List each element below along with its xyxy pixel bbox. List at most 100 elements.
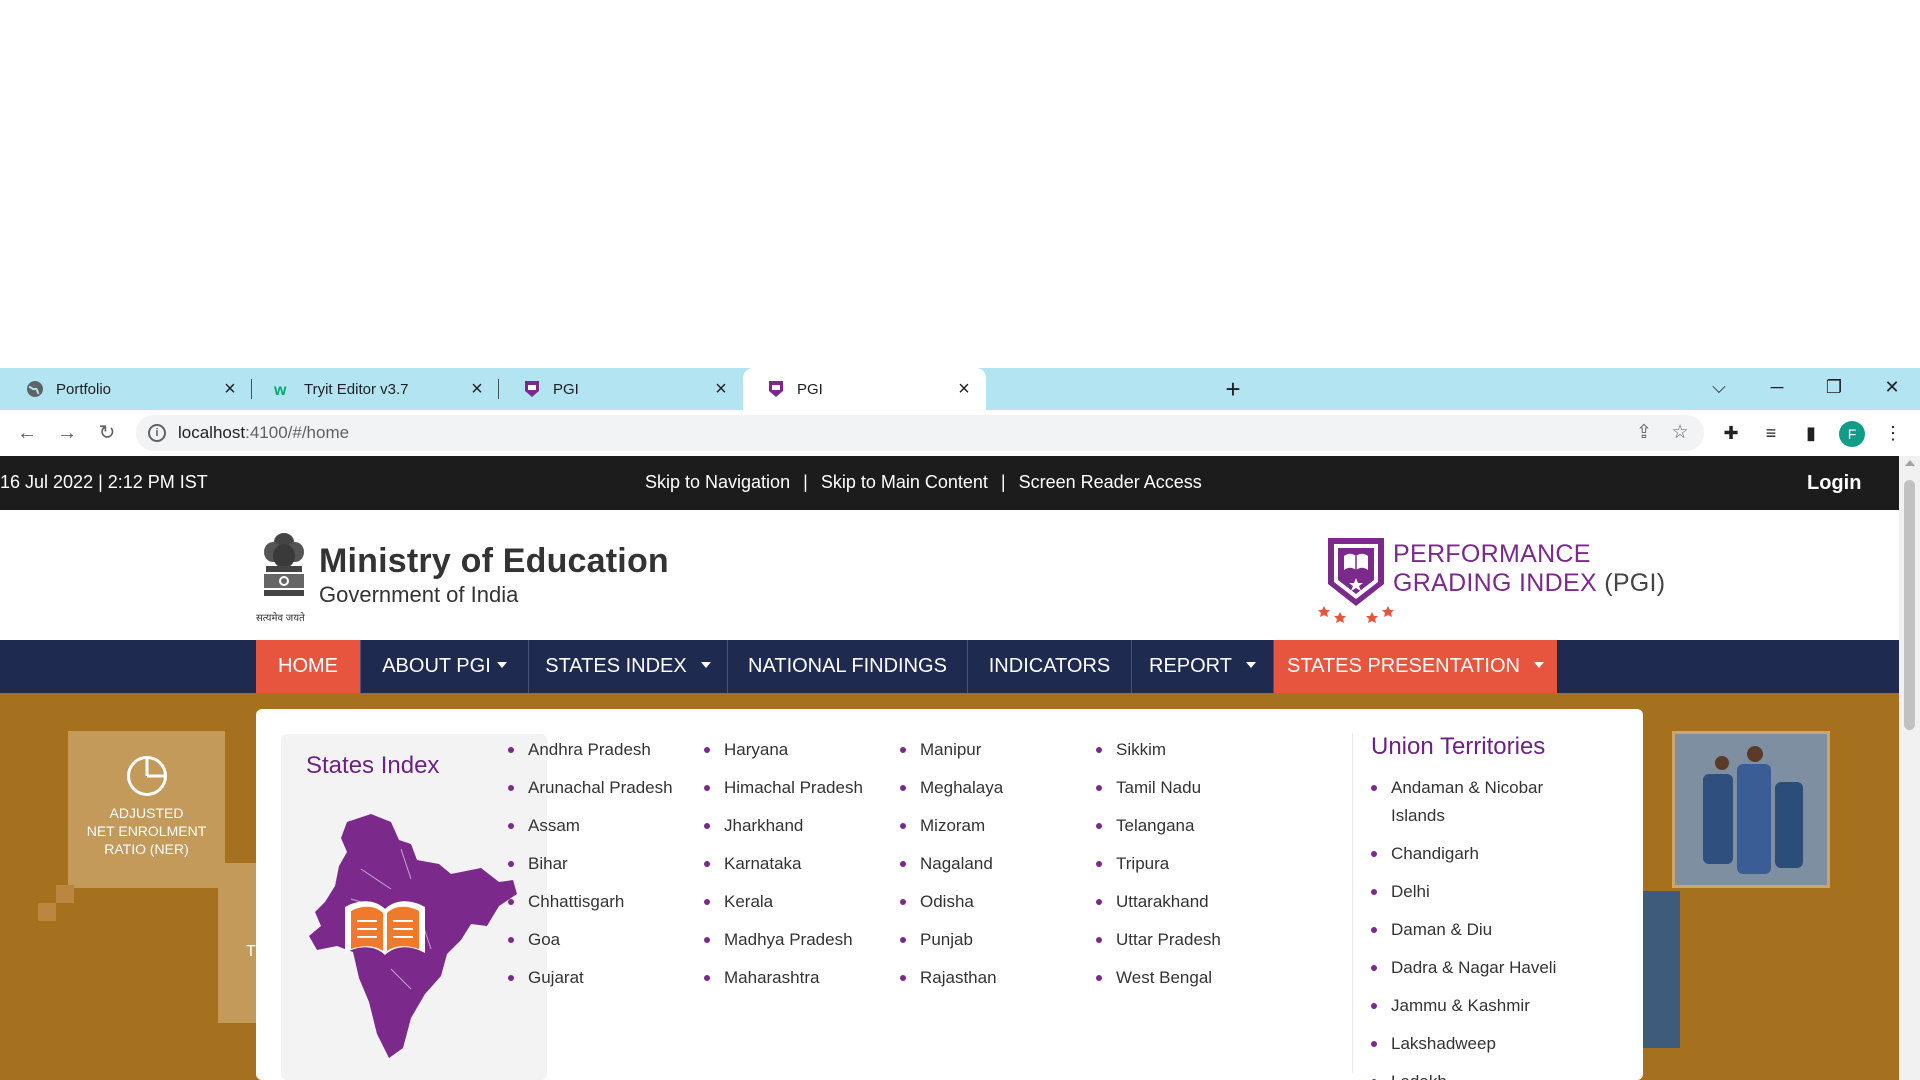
globe-icon (26, 380, 44, 398)
tab-title: PGI (797, 380, 823, 398)
address-bar[interactable]: i localhost:4100/#/home ⇪ ☆ (136, 415, 1704, 451)
state-link[interactable]: Maharashtra (704, 967, 863, 1005)
states-index-title: States Index (306, 752, 440, 779)
ut-link[interactable]: Chandigarh (1371, 840, 1591, 868)
reload-button[interactable]: ↻ (92, 418, 122, 448)
restore-button[interactable]: ❐ (1806, 368, 1862, 406)
state-link[interactable]: Kerala (704, 891, 863, 929)
ut-link[interactable]: Lakshadweep (1371, 1030, 1591, 1058)
close-icon[interactable]: × (954, 379, 974, 399)
ut-link[interactable]: Delhi (1371, 878, 1591, 906)
state-link[interactable]: Haryana (704, 739, 863, 777)
media-control-icon[interactable]: ≡ (1757, 419, 1785, 447)
login-link[interactable]: Login (1807, 472, 1861, 495)
close-window-button[interactable]: ✕ (1864, 368, 1920, 406)
state-link[interactable]: Punjab (900, 929, 1003, 967)
indicator-tile[interactable]: T (218, 863, 258, 1023)
state-link[interactable]: Bihar (508, 853, 673, 891)
state-link[interactable]: Meghalaya (900, 777, 1003, 815)
indicator-tile-label: T (246, 943, 256, 960)
tab-title: PGI (553, 380, 579, 398)
profile-avatar[interactable]: F (1839, 421, 1865, 447)
ut-link[interactable]: Dadra & Nagar Haveli (1371, 954, 1591, 982)
scrollbar-thumb[interactable] (1904, 480, 1915, 730)
nav-home[interactable]: HOME (256, 640, 361, 693)
new-tab-button[interactable]: + (1218, 368, 1248, 410)
state-link[interactable]: Karnataka (704, 853, 863, 891)
nav-national-findings[interactable]: NATIONAL FINDINGS (728, 640, 968, 693)
states-column: Manipur Meghalaya Mizoram Nagaland Odish… (900, 739, 1003, 1005)
pgi-logo-icon[interactable] (1318, 534, 1394, 624)
separator: | (1000, 472, 1006, 492)
caret-down-icon (1245, 661, 1256, 668)
state-link[interactable]: Goa (508, 929, 673, 967)
page-scrollbar[interactable] (1899, 456, 1920, 1080)
extensions-icon[interactable]: ✚ (1717, 419, 1745, 447)
state-link[interactable]: Gujarat (508, 967, 673, 1005)
more-menu-icon[interactable]: ⋮ (1879, 419, 1907, 447)
state-link[interactable]: Mizoram (900, 815, 1003, 853)
nav-report[interactable]: REPORT (1132, 640, 1274, 693)
date-time: 16 Jul 2022 | 2:12 PM IST (0, 472, 208, 492)
nav-states-presentation[interactable]: STATES PRESENTATION (1274, 640, 1557, 693)
tab-title: Portfolio (56, 380, 112, 398)
back-button[interactable]: ← (12, 418, 42, 448)
share-icon[interactable]: ⇪ (1632, 421, 1656, 445)
state-link[interactable]: Rajasthan (900, 967, 1003, 1005)
ut-link[interactable]: Ladakh (1371, 1068, 1591, 1080)
info-icon[interactable]: i (148, 424, 166, 442)
ut-link[interactable]: Jammu & Kashmir (1371, 992, 1591, 1020)
minimize-button[interactable]: ─ (1749, 368, 1805, 406)
tab-search-button[interactable]: ⌵ (1691, 368, 1747, 406)
state-link[interactable]: Madhya Pradesh (704, 929, 863, 967)
state-link[interactable]: Uttar Pradesh (1096, 929, 1221, 967)
state-link[interactable]: Odisha (900, 891, 1003, 929)
nav-indicators[interactable]: INDICATORS (968, 640, 1132, 693)
state-link[interactable]: West Bengal (1096, 967, 1221, 1005)
ut-link[interactable]: Daman & Diu (1371, 916, 1591, 944)
browser-tab[interactable]: w Tryit Editor v3.7 × (252, 368, 499, 410)
state-link[interactable]: Jharkhand (704, 815, 863, 853)
national-emblem-icon[interactable] (256, 530, 312, 612)
state-link[interactable]: Telangana (1096, 815, 1221, 853)
browser-tab[interactable]: Portfolio × (0, 368, 252, 410)
state-link[interactable]: Tamil Nadu (1096, 777, 1221, 815)
nav-about-pgi[interactable]: ABOUT PGI (361, 640, 529, 693)
page-viewport: 16 Jul 2022 | 2:12 PM IST Skip to Naviga… (0, 456, 1920, 1080)
close-icon[interactable]: × (220, 379, 240, 399)
ut-link[interactable]: Andaman & Nicobar Islands (1371, 774, 1591, 830)
svg-text:w: w (274, 382, 287, 398)
state-link[interactable]: Himachal Pradesh (704, 777, 863, 815)
ministry-title[interactable]: Ministry of Education (319, 542, 669, 581)
state-link[interactable]: Andhra Pradesh (508, 739, 673, 777)
skip-navigation-link[interactable]: Skip to Navigation (645, 472, 790, 492)
close-icon[interactable]: × (467, 379, 487, 399)
pgi-title-line2: GRADING INDEX (PGI) (1393, 569, 1666, 597)
state-link[interactable]: Tripura (1096, 853, 1221, 891)
state-link[interactable]: Chhattisgarh (508, 891, 673, 929)
ner-tile[interactable]: ADJUSTED NET ENROLMENT RATIO (NER) (68, 731, 225, 888)
decorative-square (38, 903, 56, 921)
ner-tile-label: ADJUSTED NET ENROLMENT RATIO (NER) (86, 805, 207, 857)
state-link[interactable]: Manipur (900, 739, 1003, 777)
caret-down-icon (496, 661, 507, 668)
star-icon[interactable]: ☆ (1668, 421, 1692, 445)
browser-tab[interactable]: PGI × (499, 368, 743, 410)
state-link[interactable]: Assam (508, 815, 673, 853)
screen-reader-link[interactable]: Screen Reader Access (1019, 472, 1202, 492)
side-panel-icon[interactable]: ▮ (1797, 419, 1825, 447)
skip-main-content-link[interactable]: Skip to Main Content (821, 472, 988, 492)
ministry-subtitle: Government of India (319, 582, 519, 607)
state-link[interactable]: Sikkim (1096, 739, 1221, 777)
state-link[interactable]: Arunachal Pradesh (508, 777, 673, 815)
browser-tab-active[interactable]: PGI × (743, 368, 986, 410)
pgi-icon (523, 380, 541, 398)
pie-chart-icon (127, 756, 167, 796)
state-link[interactable]: Nagaland (900, 853, 1003, 891)
state-link[interactable]: Uttarakhand (1096, 891, 1221, 929)
close-icon[interactable]: × (711, 379, 731, 399)
utility-bar: 16 Jul 2022 | 2:12 PM IST Skip to Naviga… (0, 456, 1899, 510)
scroll-up-icon[interactable] (1905, 460, 1915, 466)
nav-states-index[interactable]: STATES INDEX (529, 640, 728, 693)
forward-button[interactable]: → (52, 418, 82, 448)
